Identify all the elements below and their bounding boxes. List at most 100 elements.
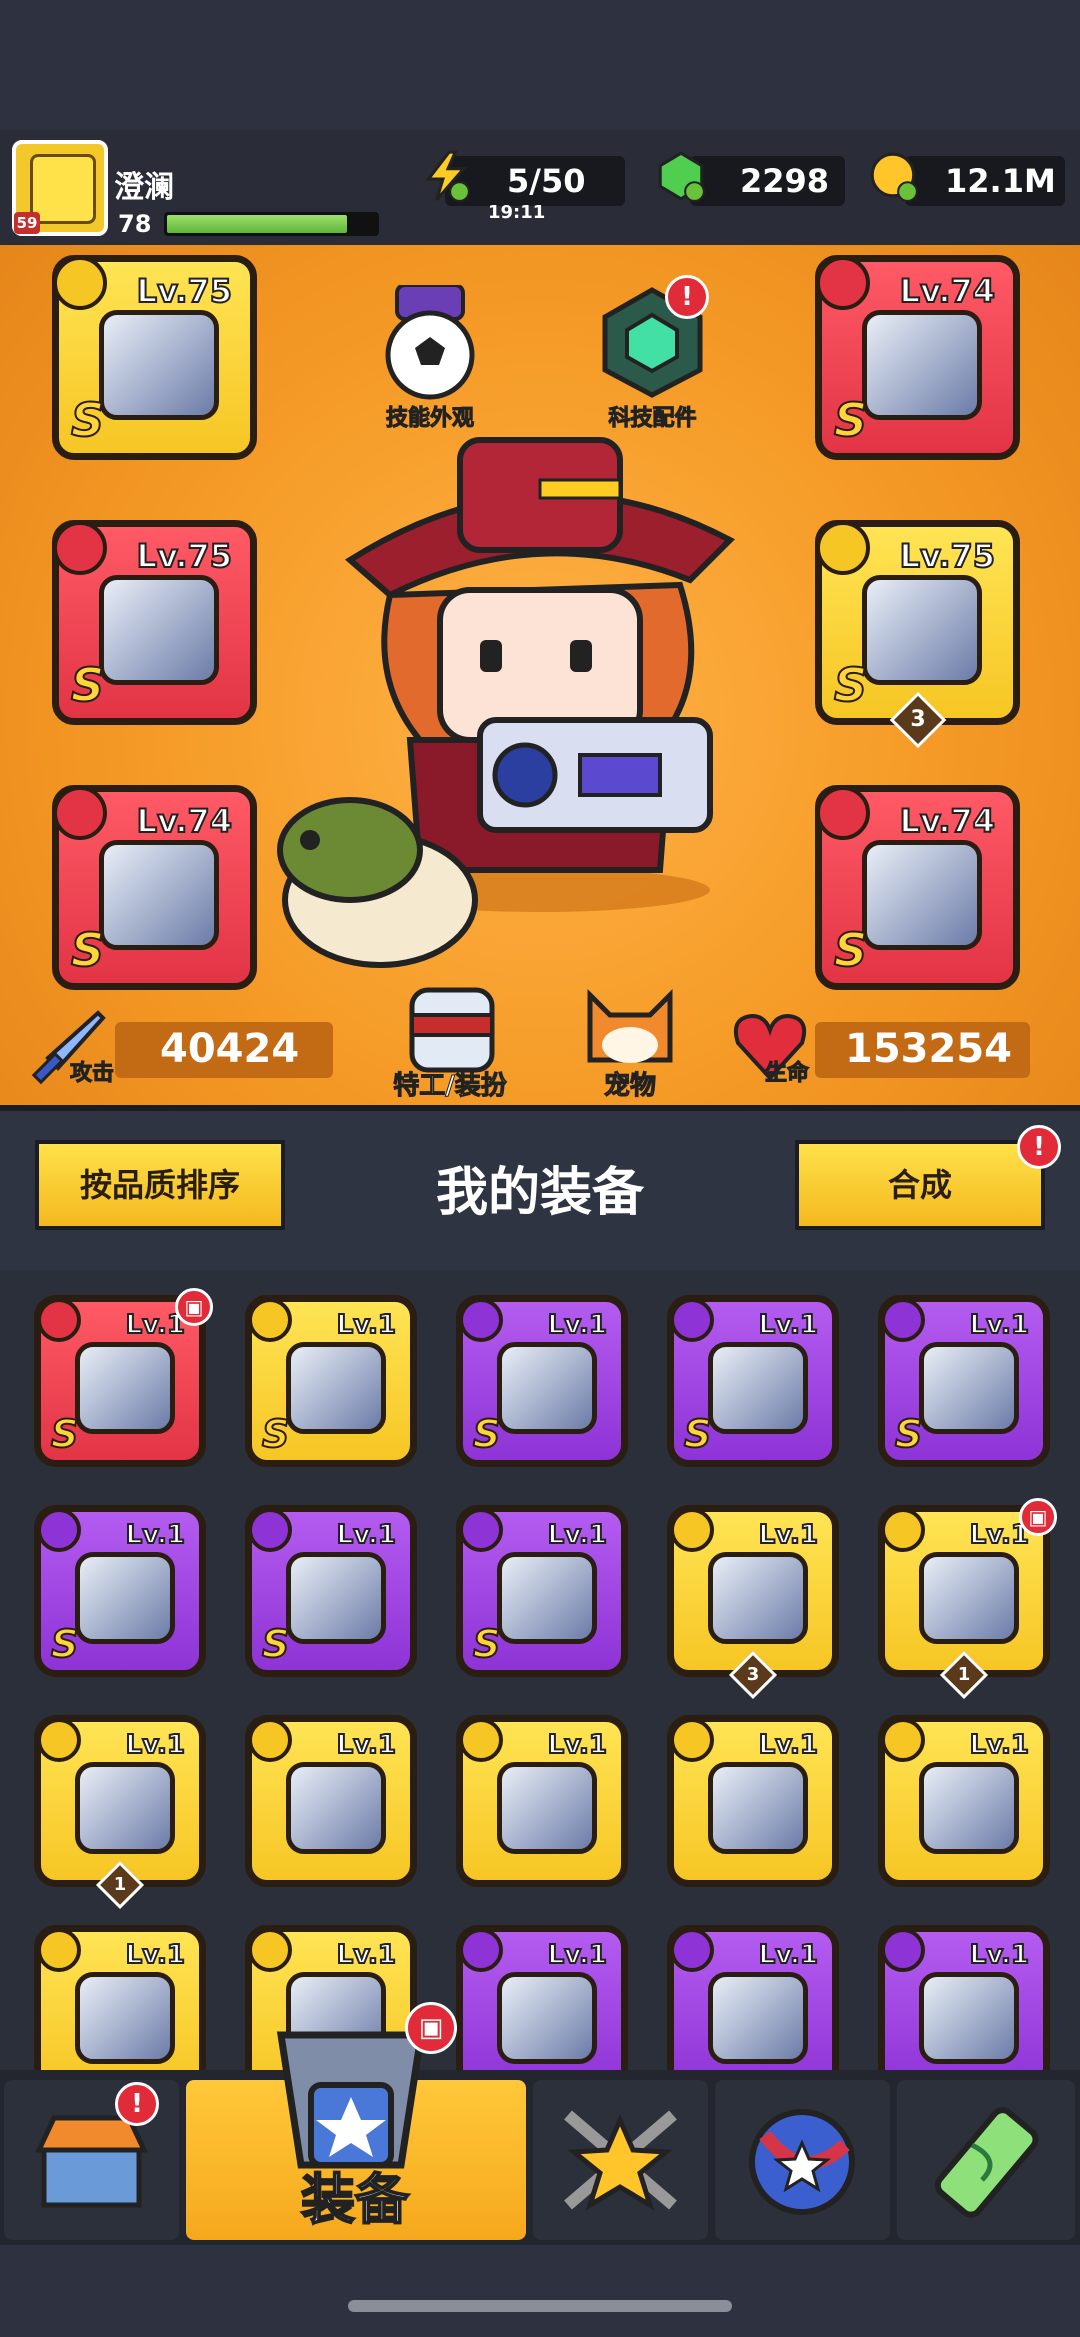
inventory-title: 我的装备 [435, 1163, 644, 1223]
slot-level: Lv.75 [899, 536, 996, 576]
slot-level: Lv.74 [899, 801, 996, 841]
item-level: Lv.1 [547, 1309, 608, 1341]
home-indicator[interactable] [348, 2300, 732, 2312]
inventory-item[interactable]: Lv.1 S [245, 1295, 417, 1467]
agent-icon[interactable] [400, 985, 505, 1075]
necklace-icon [53, 521, 107, 575]
tab-equipment[interactable]: 装备 [186, 2031, 526, 2240]
gems-box[interactable]: 2298 [690, 156, 845, 206]
hp-label: 生命 [764, 1061, 810, 1087]
tab-talent[interactable] [533, 2080, 708, 2240]
weapon-icon [670, 1298, 714, 1342]
inventory-item[interactable]: Lv.1 S [667, 1295, 839, 1467]
inventory-item[interactable]: Lv.1 [34, 1925, 206, 2070]
new-badge: ▣ [1019, 1498, 1057, 1536]
weapon-icon [459, 1718, 503, 1762]
item-rank: S [472, 1621, 501, 1667]
blaster-item-art [99, 310, 219, 420]
item-rank: S [50, 1621, 79, 1667]
item-art [75, 1972, 175, 2064]
stars-orb-icon [749, 2109, 855, 2215]
inventory-item[interactable]: Lv.1 S [456, 1505, 628, 1677]
inventory-item[interactable]: Lv.1 S [456, 1295, 628, 1467]
slot-level: Lv.75 [136, 271, 233, 311]
necklace-icon [37, 1928, 81, 1972]
energy-box[interactable]: 5/50 [445, 156, 625, 206]
soccer-ball-icon[interactable] [375, 285, 485, 405]
inventory-item[interactable]: Lv.1 [245, 1715, 417, 1887]
count-badge: 3 [728, 1650, 778, 1700]
item-art [497, 1342, 597, 1434]
inventory-item[interactable]: Lv.1 3 [667, 1505, 839, 1700]
inventory-item[interactable]: Lv.1 S [245, 1505, 417, 1677]
energy-timer: 19:11 [488, 202, 546, 223]
belt-item-art [862, 575, 982, 685]
slot-rank: S [833, 392, 868, 448]
inventory-item[interactable]: Lv.1 [667, 1925, 839, 2070]
necklace-icon [670, 1508, 714, 1552]
equip-slot-glove[interactable]: Lv.74 S [52, 785, 257, 990]
armor-icon [37, 1508, 81, 1552]
shop-badge: ! [115, 2082, 159, 2126]
pet-label[interactable]: 宠物 [580, 1065, 680, 1102]
home-bar-area [0, 2245, 1080, 2337]
equip-slot-weapon[interactable]: Lv.75 S [52, 255, 257, 460]
equip-slot-boots[interactable]: Lv.74 S [815, 785, 1020, 990]
belt-icon [459, 1508, 503, 1552]
inventory-item[interactable]: Lv.1 [456, 1715, 628, 1887]
weapon-icon [53, 256, 107, 310]
green-gem-icon [658, 151, 705, 202]
gold-coin-icon [870, 152, 918, 202]
equip-slot-armor[interactable]: Lv.74 S [815, 255, 1020, 460]
coins-box[interactable]: 12.1M [905, 156, 1065, 206]
coins-value: 12.1M [945, 162, 1056, 200]
armor-icon [248, 1508, 292, 1552]
equipment-badge: ▣ [405, 2002, 457, 2054]
inventory-item[interactable]: Lv.1 S [34, 1505, 206, 1677]
armor-icon [881, 1928, 925, 1972]
equip-slot-belt[interactable]: Lv.75 S 3 [815, 520, 1020, 749]
item-level: Lv.1 [125, 1939, 186, 1971]
agent-label[interactable]: 特工/装扮 [375, 1065, 525, 1102]
inventory-item[interactable]: Lv.1 [667, 1715, 839, 1887]
dna-capsule-icon [934, 2107, 1039, 2218]
slot-level: Lv.75 [136, 536, 233, 576]
armor-icon [670, 1718, 714, 1762]
avatar-portrait [30, 154, 96, 224]
inventory-item[interactable]: Lv.1 S ▣ [34, 1288, 213, 1467]
inventory-item[interactable]: Lv.1 [878, 1925, 1050, 2070]
glove-item-art [99, 840, 219, 950]
inventory-item[interactable]: Lv.1 1 ▣ [878, 1498, 1057, 1700]
item-art [497, 1552, 597, 1644]
inventory-item[interactable]: Lv.1 1 [34, 1715, 206, 1910]
item-level: Lv.1 [758, 1939, 819, 1971]
inventory-item[interactable]: Lv.1 S [878, 1295, 1050, 1467]
boots-icon [248, 1298, 292, 1342]
weapon-icon [881, 1298, 925, 1342]
item-art [708, 1762, 808, 1854]
xp-fill [167, 215, 347, 233]
armor-icon [816, 256, 870, 310]
item-art [497, 1972, 597, 2064]
item-art [75, 1762, 175, 1854]
tab-pets[interactable] [715, 2080, 890, 2240]
item-level: Lv.1 [969, 1729, 1030, 1761]
glove-icon [53, 786, 107, 840]
hp-stat: 153254 [815, 1022, 1030, 1078]
item-level: Lv.1 [336, 1729, 397, 1761]
armor-icon [881, 1718, 925, 1762]
count-badge: 1 [939, 1650, 989, 1700]
tech-parts-badge: ! [665, 275, 709, 319]
synthesize-button[interactable]: 合成 [795, 1140, 1045, 1230]
dog-pet-icon[interactable] [580, 985, 680, 1075]
equip-slot-necklace[interactable]: Lv.75 S [52, 520, 257, 725]
item-level: Lv.1 [758, 1309, 819, 1341]
tab-dna[interactable] [897, 2080, 1075, 2240]
attack-label: 攻击 [69, 1061, 115, 1087]
item-level: Lv.1 [547, 1939, 608, 1971]
sort-by-quality-button[interactable]: 按品质排序 [35, 1140, 285, 1230]
inventory-item[interactable]: Lv.1 [456, 1925, 628, 2070]
item-art [286, 1762, 386, 1854]
item-art [497, 1762, 597, 1854]
inventory-item[interactable]: Lv.1 [878, 1715, 1050, 1887]
